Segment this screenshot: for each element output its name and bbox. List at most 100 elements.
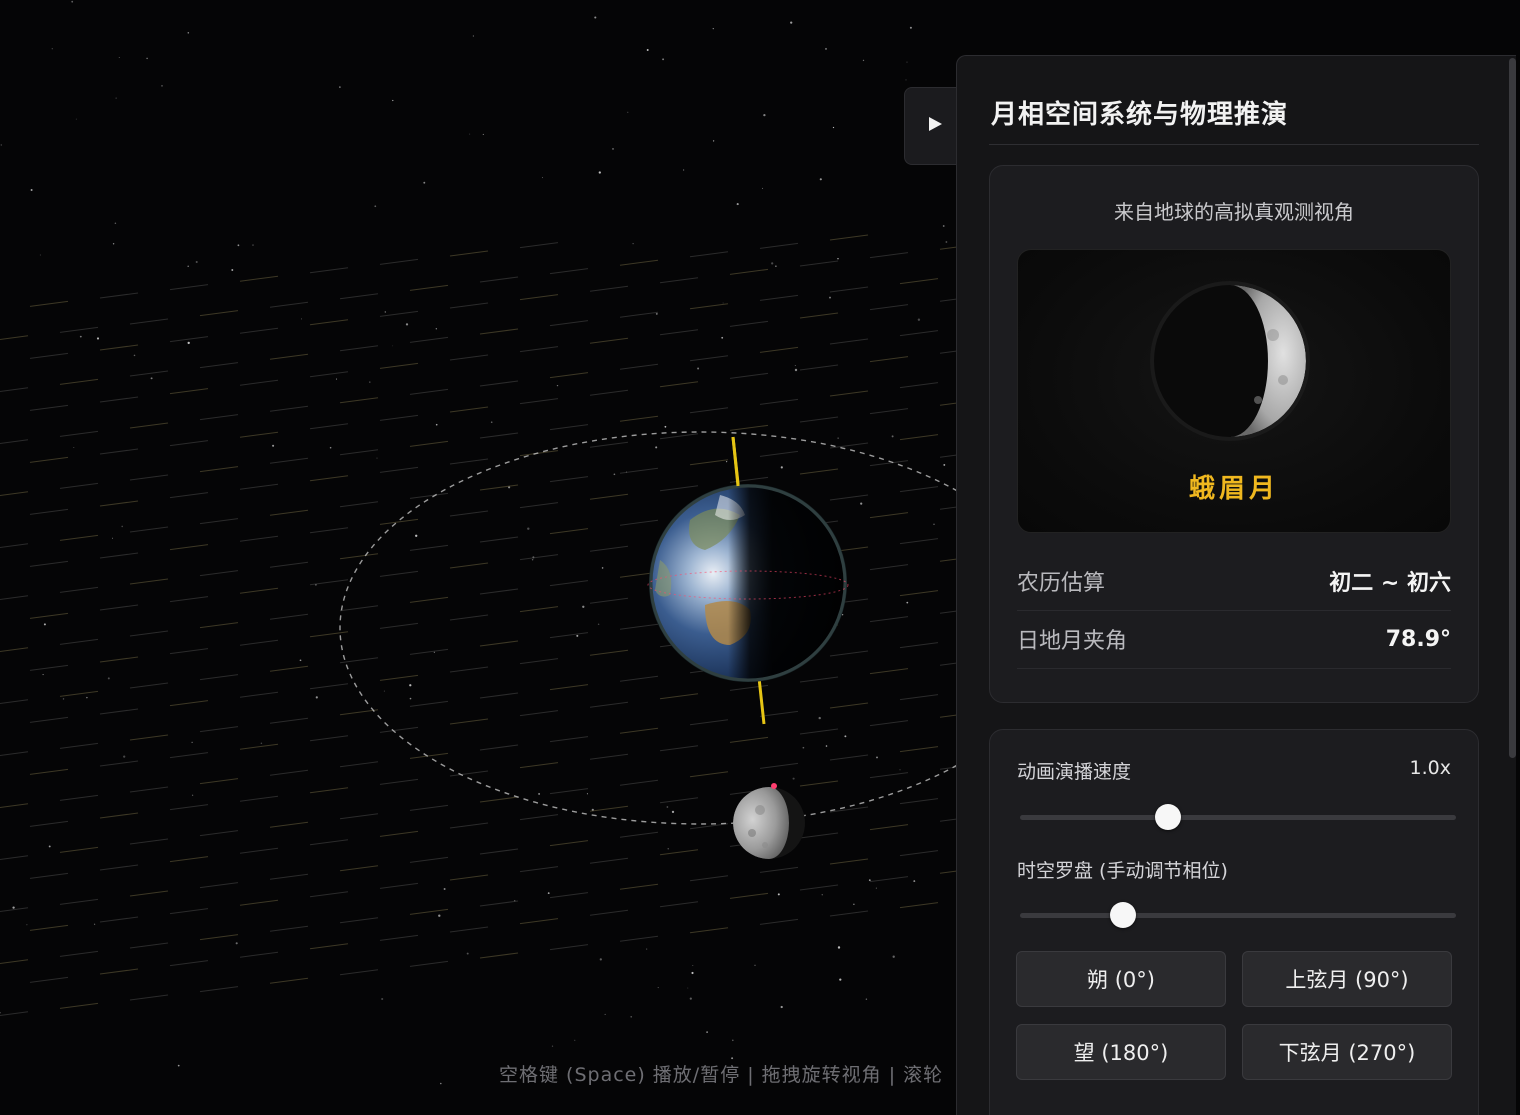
grid-dash: [309, 319, 349, 326]
phase-name: 蛾眉月: [1188, 474, 1279, 504]
grid-dash: [479, 848, 519, 855]
grid-dash: [129, 630, 169, 637]
grid-dash: [549, 944, 589, 951]
grid-dash: [899, 694, 939, 701]
star: [860, 502, 863, 505]
star: [381, 997, 384, 1001]
grid-dash: [759, 762, 799, 769]
grid-dash: [99, 344, 139, 351]
grid-dash: [59, 638, 99, 645]
star: [0, 1012, 1, 1014]
phase-slider-track[interactable]: [1020, 913, 1456, 918]
grid-dash: [519, 346, 559, 353]
grid-dash: [659, 693, 699, 700]
star: [726, 461, 728, 463]
grid-dash: [409, 284, 449, 291]
star: [905, 79, 907, 81]
star: [837, 437, 839, 439]
grid-dash: [689, 459, 729, 466]
grid-dash: [169, 648, 209, 655]
grid-dash: [549, 424, 589, 431]
grid-dash: [199, 518, 239, 525]
speed-slider[interactable]: [1020, 802, 1456, 832]
grid-dash: [589, 857, 629, 864]
panel-toggle-button[interactable]: [904, 87, 964, 165]
star: [692, 965, 694, 967]
star: [909, 26, 912, 29]
grid-dash: [0, 491, 29, 496]
grid-dash: [99, 292, 139, 299]
grid-dash: [339, 865, 379, 872]
star: [771, 262, 774, 265]
speed-slider-thumb[interactable]: [1155, 804, 1182, 830]
grid-dash: [899, 382, 939, 389]
star: [794, 364, 796, 367]
grid-dash: [269, 457, 309, 464]
speed-slider-track[interactable]: [1020, 815, 1456, 820]
grid-dash: [589, 285, 629, 292]
grid-dash: [269, 509, 309, 516]
grid-dash: [379, 466, 419, 473]
star: [731, 1057, 734, 1060]
star: [301, 318, 302, 320]
star: [837, 946, 841, 949]
last-quarter-button[interactable]: 下弦月 (270°): [1242, 1024, 1452, 1080]
grid-dash: [239, 691, 279, 698]
star: [107, 677, 110, 680]
grid-dash: [729, 684, 769, 691]
star: [792, 777, 795, 780]
grid-dash: [99, 708, 139, 715]
star: [75, 118, 77, 120]
new-moon-button[interactable]: 朔 (0°): [1016, 951, 1226, 1007]
grid-dash: [519, 398, 559, 405]
star: [235, 942, 238, 945]
star: [409, 684, 412, 687]
grid-dash: [619, 259, 659, 266]
star: [93, 923, 96, 925]
grid-dash: [269, 561, 309, 568]
phase-compass-slider[interactable]: [1020, 900, 1456, 930]
grid-dash: [59, 742, 99, 749]
first-quarter-button[interactable]: 上弦月 (90°): [1242, 951, 1452, 1007]
grid-dash: [309, 579, 349, 586]
observation-caption: 来自地球的高拟真观测视角: [1114, 200, 1354, 224]
star: [376, 457, 378, 459]
grid-dash: [619, 779, 659, 786]
star: [646, 948, 648, 950]
moon[interactable]: [733, 783, 805, 859]
grid-dash: [899, 642, 939, 649]
grid-dash: [589, 597, 629, 604]
star: [841, 614, 844, 616]
grid-dash: [0, 387, 29, 392]
grid-dash: [409, 492, 449, 499]
panel-scrollbar[interactable]: [1509, 58, 1516, 758]
grid-dash: [29, 716, 69, 723]
grid-dash: [129, 422, 169, 429]
phase-slider-thumb[interactable]: [1109, 902, 1136, 928]
lunar-date-label: 农历估算: [1017, 571, 1106, 596]
grid-dash: [759, 710, 799, 717]
star: [762, 187, 764, 189]
grid-dash: [589, 545, 629, 552]
grid-dash: [549, 528, 589, 535]
grid-dash: [659, 745, 699, 752]
earth[interactable]: [640, 480, 860, 690]
grid-dash: [549, 580, 589, 587]
grid-dash: [199, 466, 239, 473]
star: [86, 696, 88, 699]
grid-dash: [379, 934, 419, 941]
grid-dash: [479, 276, 519, 283]
grid-dash: [729, 424, 769, 431]
grid-dash: [829, 286, 869, 293]
star: [825, 745, 828, 747]
grid-dash: [239, 899, 279, 906]
grid-dash: [449, 354, 489, 361]
grid-dash: [619, 831, 659, 838]
full-moon-button[interactable]: 望 (180°): [1016, 1024, 1226, 1080]
star: [913, 880, 916, 883]
controls-card: 动画演播速度 1.0x 时空罗盘 (手动调节相位) 朔 (0°) 上弦月 (90…: [989, 729, 1479, 1115]
grid-dash: [899, 538, 939, 545]
star: [531, 558, 534, 561]
grid-dash: [309, 371, 349, 378]
grid-dash: [29, 664, 69, 671]
